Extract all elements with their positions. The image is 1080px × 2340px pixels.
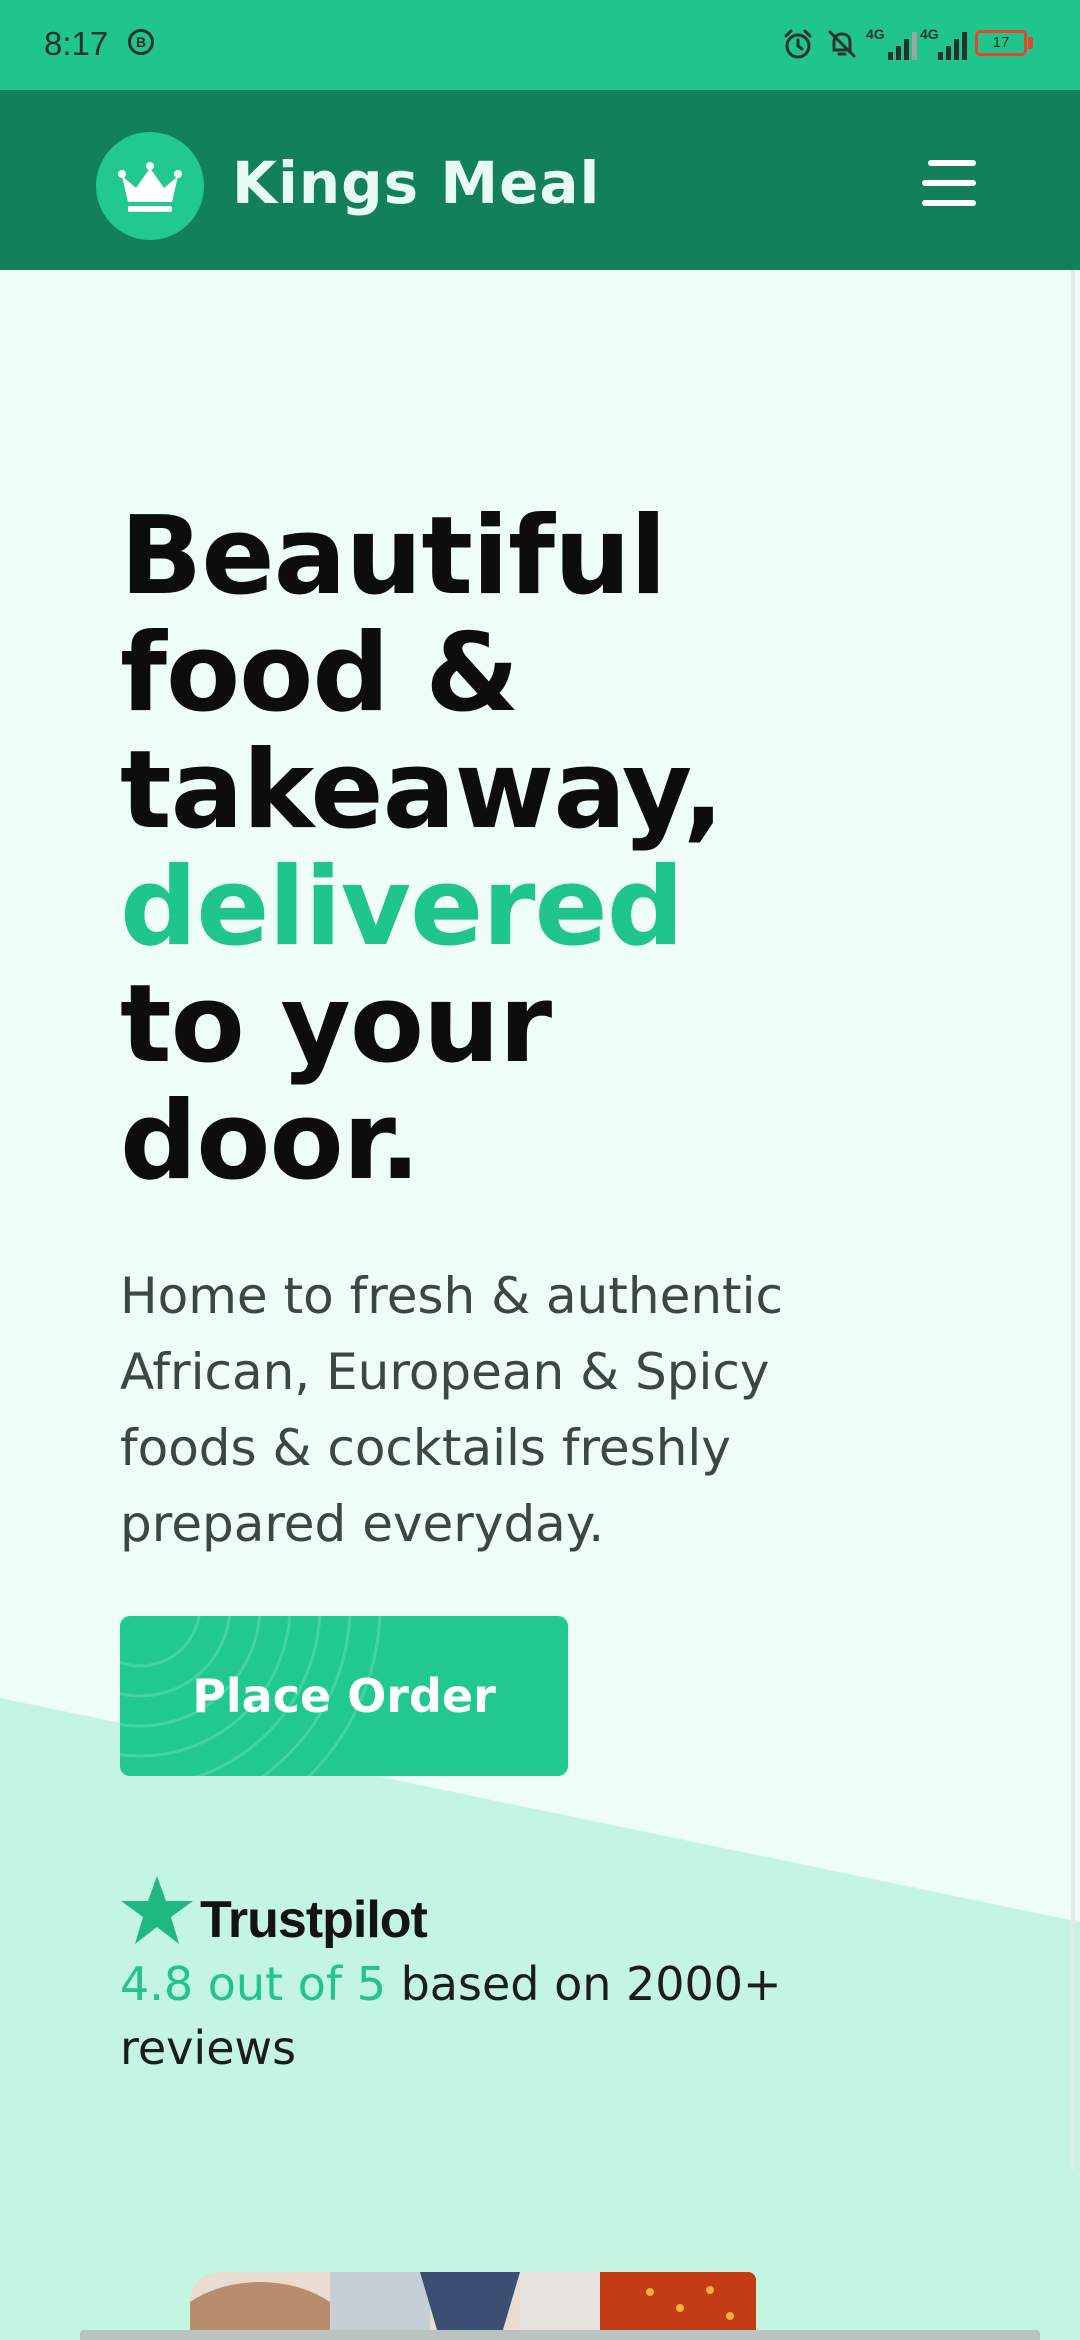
hero-title-line: door. bbox=[120, 1079, 421, 1204]
scroll-track bbox=[1071, 270, 1075, 2170]
hero-title-line: to your bbox=[120, 962, 552, 1087]
network-type-label: 4G bbox=[866, 26, 885, 42]
battery-icon: 17 bbox=[975, 30, 1027, 56]
status-bar: 8:17 B 4G 4G 17 bbox=[0, 0, 1080, 90]
app-header: Kings Meal bbox=[0, 90, 1080, 270]
trustpilot-rating: 4.8 out of 5 bbox=[120, 1957, 386, 2011]
trustpilot-rating-text: 4.8 out of 5 based on 2000+ reviews bbox=[120, 1952, 900, 2080]
battery-cap bbox=[1028, 37, 1033, 49]
battery-level: 17 bbox=[992, 34, 1010, 51]
crown-icon bbox=[118, 162, 182, 212]
hero-title-line: food & bbox=[120, 611, 519, 736]
hero-subtitle: Home to fresh & authentic African, Europ… bbox=[120, 1267, 784, 1553]
notification-badge-label: B bbox=[135, 34, 147, 50]
hero-title-accent-line: delivered bbox=[120, 845, 684, 970]
hero-title: Beautiful food & takeaway, delivered to … bbox=[120, 494, 724, 1204]
bottom-overlay-bar bbox=[80, 2330, 1040, 2340]
place-order-button[interactable]: Place Order bbox=[120, 1616, 568, 1776]
place-order-label: Place Order bbox=[192, 1669, 496, 1723]
hero-title-line: Beautiful bbox=[120, 494, 667, 619]
mute-icon bbox=[828, 30, 856, 58]
brand-name[interactable]: Kings Meal bbox=[232, 148, 600, 218]
hamburger-menu-icon[interactable] bbox=[914, 156, 984, 212]
signal-icon bbox=[938, 32, 967, 60]
logo[interactable] bbox=[96, 132, 204, 240]
signal-icon bbox=[888, 32, 917, 60]
trustpilot-brand[interactable]: Trustpilot bbox=[200, 1888, 428, 1952]
notification-badge-icon: B bbox=[128, 29, 154, 55]
status-time: 8:17 bbox=[44, 25, 109, 62]
hero-title-line: takeaway, bbox=[120, 728, 724, 853]
alarm-icon bbox=[784, 29, 812, 59]
star-icon bbox=[121, 1876, 193, 1944]
